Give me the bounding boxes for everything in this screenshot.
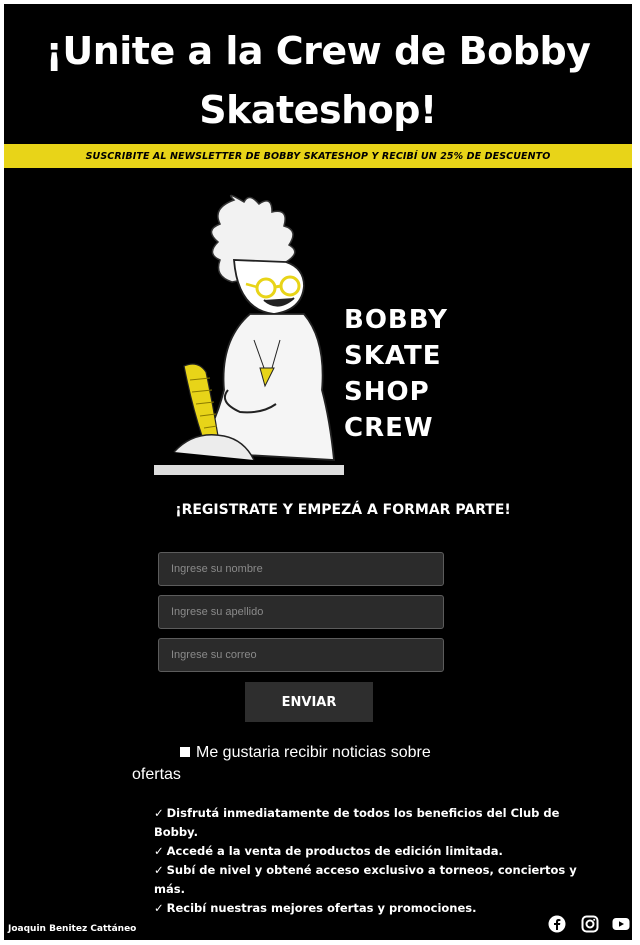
benefit-item: ✓ Recibí nuestras mejores ofertas y promo…: [154, 899, 584, 918]
benefit-item: ✓ Subí de nivel y obtené acceso exclusivo…: [154, 861, 584, 899]
benefit-text: Accedé a la venta de productos de edició…: [166, 844, 503, 858]
crew-logo-line: SHOP: [344, 377, 430, 407]
check-icon: ✓: [154, 806, 164, 820]
newsletter-banner: SUSCRIBITE AL NEWSLETTER DE BOBBY SKATES…: [4, 144, 632, 168]
page-frame: ¡Unite a la Crew de Bobby Skateshop! SUS…: [4, 4, 632, 940]
crew-logo-line: CREW: [344, 413, 434, 443]
check-icon: ✓: [154, 863, 164, 877]
title-line-2: Skateshop!: [199, 88, 437, 132]
benefit-item: ✓ Accedé a la venta de productos de edici…: [154, 842, 584, 861]
title-line-1: ¡Unite a la Crew de Bobby: [45, 29, 591, 73]
banner-text: SUSCRIBITE AL NEWSLETTER DE BOBBY SKATES…: [85, 150, 551, 162]
submit-button[interactable]: ENVIAR: [245, 682, 373, 722]
crew-logo-line: BOBBY: [344, 305, 448, 335]
facebook-icon[interactable]: [548, 915, 566, 933]
check-icon: ✓: [154, 844, 164, 858]
last-name-input[interactable]: [158, 595, 444, 629]
benefits-list: ✓ Disfrutá inmediatamente de todos los be…: [154, 804, 584, 918]
crew-logo-text: BOBBY SKATE SHOP CREW: [344, 302, 448, 446]
register-subtitle: ¡REGISTRATE Y EMPEZÁ A FORMAR PARTE!: [175, 502, 511, 518]
youtube-icon[interactable]: [612, 915, 630, 933]
page-title: ¡Unite a la Crew de Bobby Skateshop!: [4, 22, 632, 140]
benefit-item: ✓ Disfrutá inmediatamente de todos los be…: [154, 804, 584, 842]
email-input[interactable]: [158, 638, 444, 672]
benefit-text: Subí de nivel y obtené acceso exclusivo …: [154, 863, 577, 896]
check-icon: ✓: [154, 901, 164, 915]
benefit-text: Recibí nuestras mejores ofertas y promoc…: [166, 901, 477, 915]
checkbox-label-2: ofertas: [132, 766, 181, 783]
offers-checkbox[interactable]: [180, 747, 190, 757]
checkbox-label-1: Me gustaria recibir noticias sobre: [196, 744, 431, 761]
first-name-input[interactable]: [158, 552, 444, 586]
instagram-icon[interactable]: [581, 915, 599, 933]
benefit-text: Disfrutá inmediatamente de todos los ben…: [154, 806, 560, 839]
crew-logo-line: SKATE: [344, 341, 442, 371]
newsletter-checkbox-row: Me gustaria recibir noticias sobre ofert…: [132, 742, 462, 786]
footer-author: Joaquin Benitez Cattáneo: [8, 924, 137, 934]
